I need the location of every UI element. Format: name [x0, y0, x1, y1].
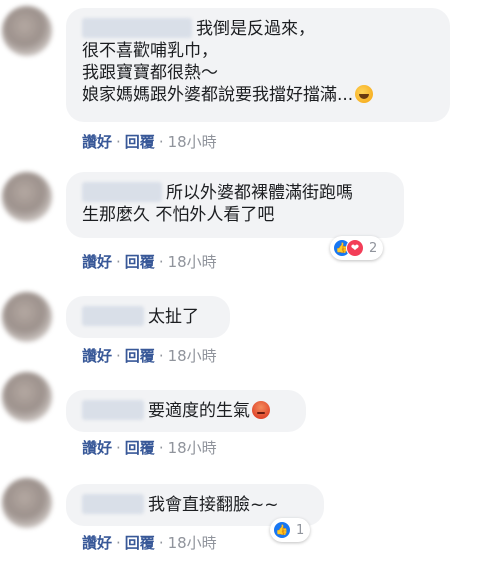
comment-bubble: 所以外婆都裸體滿街跑嗎 生那麼久 不怕外人看了吧 — [66, 172, 404, 238]
reply-link[interactable]: 回覆 — [125, 253, 155, 271]
author-name[interactable] — [82, 182, 162, 202]
comment-line: 娘家媽媽跟外婆都說要我擋好擋滿... — [82, 84, 436, 106]
reply-link[interactable]: 回覆 — [125, 133, 155, 151]
reaction-count: 2 — [369, 240, 378, 256]
separator: · — [158, 534, 164, 552]
separator: · — [116, 534, 121, 552]
like-icon: 👍 — [273, 521, 291, 539]
comment-line: 我會直接翻臉~~ — [82, 494, 310, 516]
reaction-count: 1 — [296, 522, 305, 538]
reaction-summary[interactable]: 👍 1 — [270, 518, 311, 542]
author-name[interactable] — [82, 494, 144, 514]
separator: · — [158, 133, 164, 151]
comment-actions: 讚好 · 回覆 · 18小時 — [82, 437, 217, 458]
timestamp[interactable]: 18小時 — [168, 253, 217, 271]
comment-line: 我跟寶寶都很熱～ — [82, 63, 218, 83]
author-name[interactable] — [82, 18, 192, 38]
separator: · — [116, 439, 121, 457]
comment-line: 我倒是反過來， — [82, 18, 436, 40]
like-link[interactable]: 讚好 — [82, 439, 112, 457]
reaction-summary[interactable]: 👍 ❤ 2 — [330, 236, 384, 260]
laughing-emoji-icon — [355, 85, 374, 103]
timestamp[interactable]: 18小時 — [168, 133, 217, 151]
separator: · — [158, 253, 164, 271]
like-link[interactable]: 讚好 — [82, 347, 112, 365]
reply-link[interactable]: 回覆 — [125, 347, 155, 365]
separator: · — [116, 133, 121, 151]
author-name[interactable] — [82, 400, 144, 420]
timestamp[interactable]: 18小時 — [168, 347, 217, 365]
avatar[interactable] — [2, 6, 52, 56]
comment-line: 要適度的生氣 — [82, 400, 292, 422]
comment-actions: 讚好 · 回覆 · 18小時 — [82, 532, 217, 553]
love-icon: ❤ — [346, 239, 364, 257]
like-link[interactable]: 讚好 — [82, 253, 112, 271]
like-link[interactable]: 讚好 — [82, 534, 112, 552]
avatar[interactable] — [2, 292, 52, 342]
separator: · — [158, 347, 164, 365]
separator: · — [158, 439, 164, 457]
avatar[interactable] — [2, 172, 52, 222]
comment-bubble: 要適度的生氣 — [66, 390, 306, 432]
avatar[interactable] — [2, 372, 52, 422]
comment-line: 很不喜歡哺乳巾， — [82, 41, 218, 61]
comment-actions: 讚好 · 回覆 · 18小時 — [82, 131, 217, 152]
author-name[interactable] — [82, 306, 144, 326]
comment-actions: 讚好 · 回覆 · 18小時 — [82, 251, 217, 272]
angry-emoji-icon — [252, 401, 270, 419]
separator: · — [116, 253, 121, 271]
comment-line: 所以外婆都裸體滿街跑嗎 — [82, 182, 390, 204]
like-link[interactable]: 讚好 — [82, 133, 112, 151]
reply-link[interactable]: 回覆 — [125, 439, 155, 457]
comment-bubble: 太扯了 — [66, 296, 230, 338]
comment-actions: 讚好 · 回覆 · 18小時 — [82, 345, 217, 366]
timestamp[interactable]: 18小時 — [168, 439, 217, 457]
comment-line: 太扯了 — [82, 306, 216, 328]
separator: · — [116, 347, 121, 365]
comment-bubble: 我倒是反過來， 很不喜歡哺乳巾， 我跟寶寶都很熱～ 娘家媽媽跟外婆都說要我擋好擋… — [66, 8, 450, 122]
timestamp[interactable]: 18小時 — [168, 534, 217, 552]
comment-line: 生那麼久 不怕外人看了吧 — [82, 205, 275, 225]
avatar[interactable] — [2, 478, 52, 528]
reply-link[interactable]: 回覆 — [125, 534, 155, 552]
